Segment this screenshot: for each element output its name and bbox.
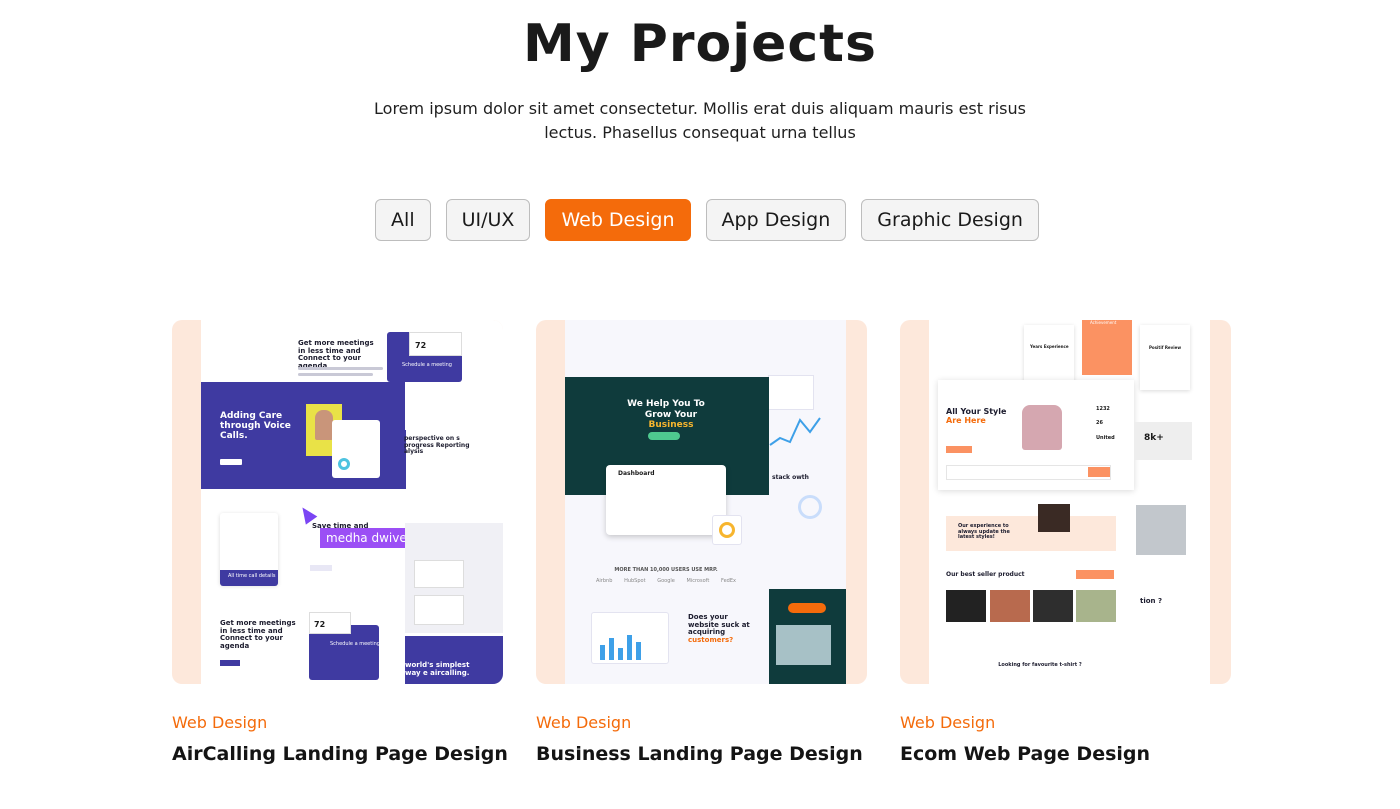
brand-logo: Microsoft — [686, 578, 710, 584]
project-category: Web Design — [900, 713, 996, 732]
project-category: Web Design — [536, 713, 632, 732]
mock-hero-highlight: Are Here — [946, 416, 986, 425]
project-title[interactable]: AirCalling Landing Page Design — [172, 743, 508, 765]
mock-stack-text: stack owth — [772, 474, 809, 481]
mock-suck-highlight: customers? — [688, 636, 734, 645]
mock-best-seller: Our best seller product — [946, 571, 1025, 578]
mock-suck-text: Does your website suck at acquiring — [688, 613, 750, 637]
chart-icon — [769, 417, 821, 446]
brand-logo: Google — [657, 578, 675, 584]
mock-years: Years Experience — [1030, 344, 1069, 349]
mock-hero-heading: We Help You To — [627, 399, 705, 409]
brand-logo: HubSpot — [624, 578, 646, 584]
mock-question: tion ? — [1140, 597, 1163, 605]
project-card-business[interactable]: We Help You To Grow Your Business Dashbo… — [536, 320, 867, 765]
project-thumbnail[interactable]: Years Experience Achievement Positif Rev… — [900, 320, 1231, 684]
brand-logo: FedEx — [720, 578, 736, 584]
project-title[interactable]: Ecom Web Page Design — [900, 743, 1150, 765]
project-thumbnail[interactable]: Get more meetings in less time and Conne… — [172, 320, 503, 684]
mock-achievement: Achievement — [1090, 320, 1117, 325]
brand-logo: Airbnb — [596, 578, 613, 584]
filter-tabs: All UI/UX Web Design App Design Graphic … — [0, 199, 1400, 241]
mock-hero-highlight: Business — [648, 420, 694, 430]
mock-dashboard: Dashboard — [618, 470, 655, 477]
filter-graphic-design-button[interactable]: Graphic Design — [861, 199, 1039, 241]
bar-chart-icon — [600, 635, 641, 660]
mock-hero-heading2: Grow Your — [644, 410, 698, 420]
model-photo — [1136, 505, 1186, 555]
mock-stat: United — [1096, 435, 1115, 441]
mock-experience-text: Our experience to always update the late… — [958, 523, 1010, 540]
mock-bottom-heading: Get more meetings in less time and Conne… — [220, 619, 296, 651]
mock-stat: 1232 — [1096, 406, 1110, 412]
mock-perspective: perspective on s progress Reporting alys… — [404, 435, 470, 456]
mock-stat-big: 8k+ — [1144, 433, 1164, 443]
project-card-aircalling[interactable]: Get more meetings in less time and Conne… — [172, 320, 508, 765]
page-title: My Projects — [523, 14, 877, 74]
mock-bottom-count: 72 — [309, 612, 351, 634]
filter-web-design-button[interactable]: Web Design — [545, 199, 691, 241]
filter-uiux-button[interactable]: UI/UX — [445, 199, 531, 241]
mock-schedule: Schedule a meeting — [402, 362, 452, 368]
mock-bottom-schedule: Schedule a meeting — [330, 641, 380, 647]
mock-review: Positif Review — [1149, 345, 1182, 350]
filter-all-button[interactable]: All — [375, 199, 431, 241]
mock-looking: Looking for favourite t-shirt ? — [998, 662, 1082, 668]
filter-app-design-button[interactable]: App Design — [705, 199, 847, 241]
project-card-ecom[interactable]: Years Experience Achievement Positif Rev… — [900, 320, 1231, 765]
mock-all-calls: All time call details — [228, 573, 276, 579]
project-thumbnail[interactable]: We Help You To Grow Your Business Dashbo… — [536, 320, 867, 684]
project-category: Web Design — [172, 713, 268, 732]
mock-hero-heading: Adding Care through Voice Calls. — [220, 411, 291, 441]
mock-world-text: world's simplest way e aircalling. — [405, 661, 470, 677]
mock-users-text: MORE THAN 10,000 USERS USE MRP. — [614, 567, 718, 573]
project-title[interactable]: Business Landing Page Design — [536, 743, 863, 765]
sweater-image — [1022, 405, 1062, 450]
mock-stat: 26 — [1096, 420, 1103, 426]
mock-count: 72 — [409, 332, 462, 356]
page-description: Lorem ipsum dolor sit amet consectetur. … — [374, 99, 1026, 142]
